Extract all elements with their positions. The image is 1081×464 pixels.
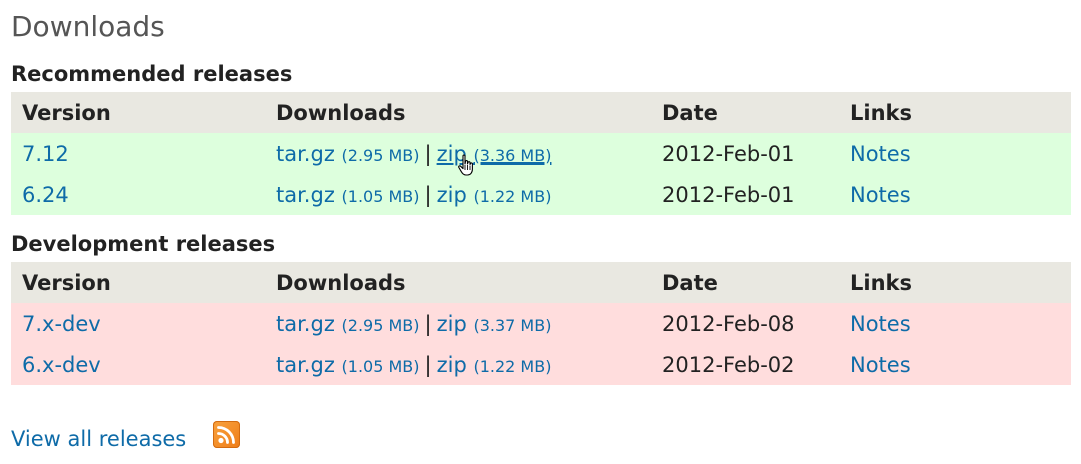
recommended-releases-table: Version Downloads Date Links 7.12 tar.gz… [11, 92, 1071, 215]
column-header-links: Links [850, 270, 912, 295]
targz-label: tar.gz [276, 311, 335, 336]
release-notes-link[interactable]: Notes [850, 312, 911, 336]
targz-label: tar.gz [276, 182, 335, 207]
downloads-cell: tar.gz (1.05 MB) | zip (1.22 MB) [265, 174, 651, 215]
development-releases-table: Version Downloads Date Links 7.x-dev tar… [11, 262, 1071, 385]
zip-download-link[interactable]: zip (1.22 MB) [437, 353, 552, 377]
release-notes-link[interactable]: Notes [850, 183, 911, 207]
table-row: 6.24 tar.gz (1.05 MB) | zip (1.22 MB) 2012… [11, 174, 1071, 215]
separator: | [424, 182, 432, 207]
version-link[interactable]: 6.24 [22, 183, 69, 207]
targz-download-link[interactable]: tar.gz (1.05 MB) [276, 183, 420, 207]
page-title: Downloads [11, 10, 165, 43]
column-header-links: Links [850, 100, 912, 125]
table-row: 6.x-dev tar.gz (1.05 MB) | zip (1.22 MB) 2… [11, 344, 1071, 385]
zip-label: zip [436, 311, 467, 336]
column-header-downloads: Downloads [276, 100, 406, 125]
downloads-cell: tar.gz (2.95 MB) | zip (3.37 MB) [265, 303, 651, 344]
targz-label: tar.gz [276, 141, 335, 166]
column-header-version: Version [22, 100, 111, 125]
zip-label: zip [436, 182, 467, 207]
column-header-downloads: Downloads [276, 270, 406, 295]
separator: | [424, 311, 432, 336]
version-link[interactable]: 7.x-dev [22, 312, 101, 336]
version-link[interactable]: 6.x-dev [22, 353, 101, 377]
release-notes-link[interactable]: Notes [850, 353, 911, 377]
view-all-releases-link[interactable]: View all releases [11, 426, 186, 452]
table-row: 7.x-dev tar.gz (2.95 MB) | zip (3.37 MB) 2… [11, 303, 1071, 344]
file-size: (2.95 MB) [341, 145, 420, 165]
file-size: (3.36 MB) [473, 145, 552, 165]
targz-download-link[interactable]: tar.gz (2.95 MB) [276, 312, 420, 336]
version-link[interactable]: 7.12 [22, 142, 69, 166]
rss-feed-icon[interactable] [213, 421, 240, 448]
file-size: (1.22 MB) [473, 356, 552, 376]
table-header-row: Version Downloads Date Links [11, 262, 1071, 303]
release-date: 2012-Feb-08 [662, 311, 795, 336]
column-header-date: Date [662, 100, 718, 125]
column-header-date: Date [662, 270, 718, 295]
file-size: (1.05 MB) [341, 186, 420, 206]
separator: | [424, 352, 432, 377]
targz-download-link[interactable]: tar.gz (1.05 MB) [276, 353, 420, 377]
release-notes-link[interactable]: Notes [850, 142, 911, 166]
table-row: 7.12 tar.gz (2.95 MB) | zip (3.36 MB) 2012… [11, 133, 1071, 176]
zip-download-link[interactable]: zip (3.37 MB) [437, 312, 552, 336]
table-header-row: Version Downloads Date Links [11, 92, 1071, 133]
development-releases-heading: Development releases [11, 232, 276, 256]
file-size: (3.37 MB) [473, 315, 552, 335]
recommended-releases-heading: Recommended releases [11, 62, 293, 86]
column-header-version: Version [22, 270, 111, 295]
zip-download-link[interactable]: zip (1.22 MB) [437, 183, 552, 207]
downloads-cell: tar.gz (1.05 MB) | zip (1.22 MB) [265, 344, 651, 385]
release-date: 2012-Feb-01 [662, 141, 795, 166]
downloads-cell: tar.gz (2.95 MB) | zip (3.36 MB) [265, 133, 651, 176]
targz-label: tar.gz [276, 352, 335, 377]
release-date: 2012-Feb-02 [662, 352, 795, 377]
file-size: (1.05 MB) [341, 356, 420, 376]
zip-download-link[interactable]: zip (3.36 MB) [437, 142, 552, 176]
targz-download-link[interactable]: tar.gz (2.95 MB) [276, 142, 420, 166]
file-size: (1.22 MB) [473, 186, 552, 206]
release-date: 2012-Feb-01 [662, 182, 795, 207]
file-size: (2.95 MB) [341, 315, 420, 335]
separator: | [424, 141, 432, 166]
zip-label: zip [436, 352, 467, 377]
